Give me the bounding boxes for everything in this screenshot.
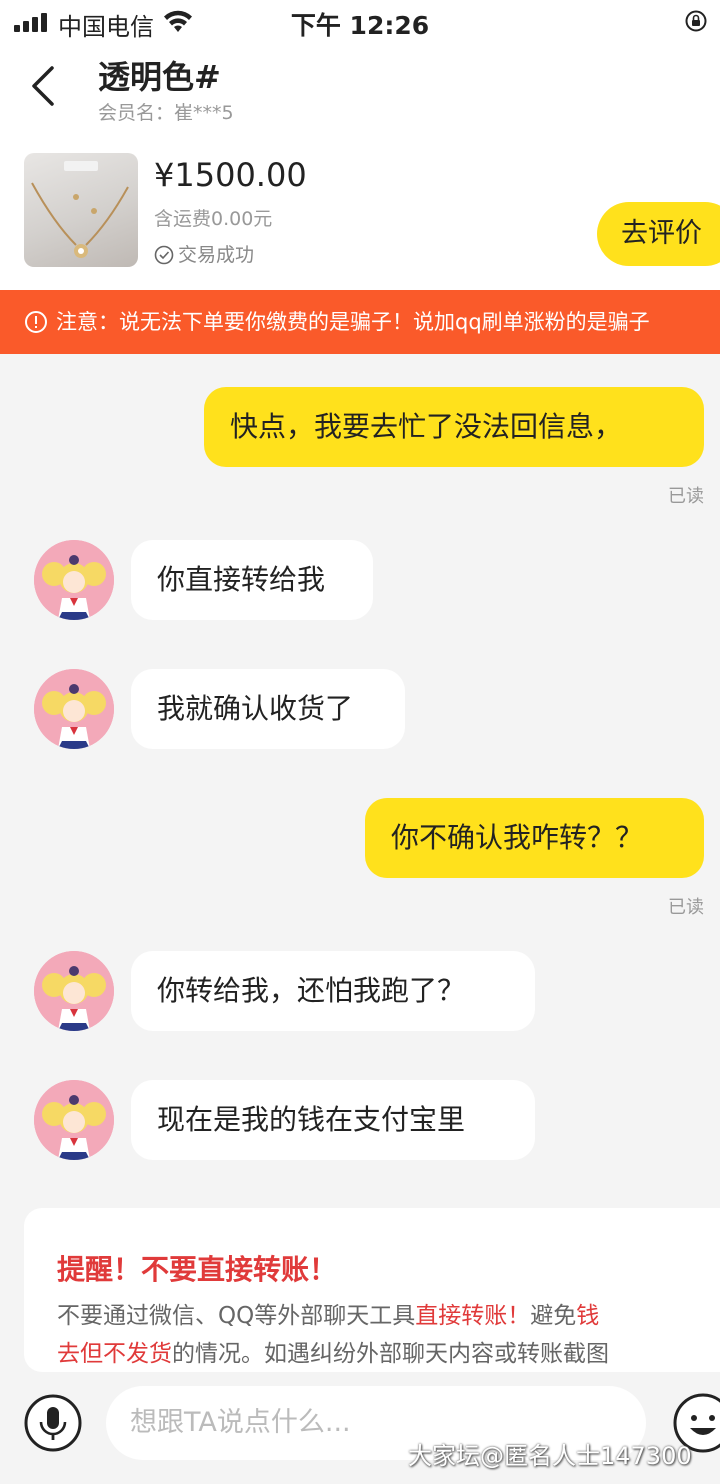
clock: 下午 12:26 [290,11,430,40]
status-bar: 中国电信 下午 12:26 [0,0,720,44]
reminder-text: 的情况。如遇纠纷外部聊天内容或转账截图 [172,1341,609,1367]
product-card[interactable]: ¥1500.00 含运费0.00元 交易成功 去评价 [0,140,720,290]
product-price: ¥1500.00 [154,156,307,194]
rotation-lock-icon [685,10,707,32]
read-receipt: 已读 [668,897,704,918]
deal-status: 交易成功 [154,240,254,267]
sailor-avatar-image [34,669,114,749]
message-bubble-sent[interactable]: 快点，我要去忙了没法回信息， [204,387,704,467]
message-bubble-received[interactable]: 我就确认收货了 [131,669,405,749]
avatar[interactable] [34,669,114,749]
read-receipt: 已读 [668,486,704,507]
warning-banner: 注意：说无法下单要你缴费的是骗子！说加qq刷单涨粉的是骗子 [0,290,720,354]
avatar[interactable] [34,1080,114,1160]
message-bubble-sent[interactable]: 你不确认我咋转？？ [365,798,704,878]
rate-button[interactable]: 去评价 [597,202,720,266]
input-bar: 想跟TA说点什么... 大家坛@匿名人士147300 [0,1372,720,1484]
reminder-line-1: 不要通过微信、QQ等外部聊天工具直接转账！避免钱 [57,1296,599,1330]
watermark: 大家坛@匿名人士147300 [408,1442,692,1470]
product-thumbnail[interactable] [24,153,138,267]
warning-text: 注意：说无法下单要你缴费的是骗子！说加qq刷单涨粉的是骗子 [56,310,650,334]
avatar[interactable] [34,540,114,620]
reminder-highlight: 去但不发货 [57,1341,172,1367]
reminder-highlight: 直接转账！ [415,1303,531,1329]
check-circle-icon [154,245,174,265]
sailor-avatar-image [34,1080,114,1160]
reminder-line-2: 去但不发货的情况。如遇纠纷外部聊天内容或转账截图 [57,1334,609,1368]
microphone-icon[interactable] [24,1394,82,1452]
reminder-highlight: 钱 [576,1303,600,1329]
reminder-text: 避免 [530,1303,577,1329]
message-bubble-received[interactable]: 你直接转给我 [131,540,373,620]
reminder-title: 提醒！不要直接转账！ [57,1253,338,1286]
member-name: 会员名：崔***5 [98,102,234,124]
message-bubble-received[interactable]: 你转给我，还怕我跑了？ [131,951,535,1031]
exclamation-circle-icon [25,311,47,333]
sailor-avatar-image [34,540,114,620]
shipping-fee: 含运费0.00元 [154,208,273,230]
necklace-image [31,161,129,258]
reminder-text: 不要通过微信、QQ等外部聊天工具 [57,1303,416,1329]
transfer-reminder-card: 提醒！不要直接转账！ 不要通过微信、QQ等外部聊天工具直接转账！避免钱 去但不发… [24,1208,720,1372]
back-arrow-icon[interactable] [26,64,62,108]
message-bubble-received[interactable]: 现在是我的钱在支付宝里 [131,1080,535,1160]
avatar[interactable] [34,951,114,1031]
chat-header: 透明色# 会员名：崔***5 [0,44,720,140]
contact-name: 透明色# [98,58,221,96]
sailor-avatar-image [34,951,114,1031]
deal-status-label: 交易成功 [178,244,255,266]
